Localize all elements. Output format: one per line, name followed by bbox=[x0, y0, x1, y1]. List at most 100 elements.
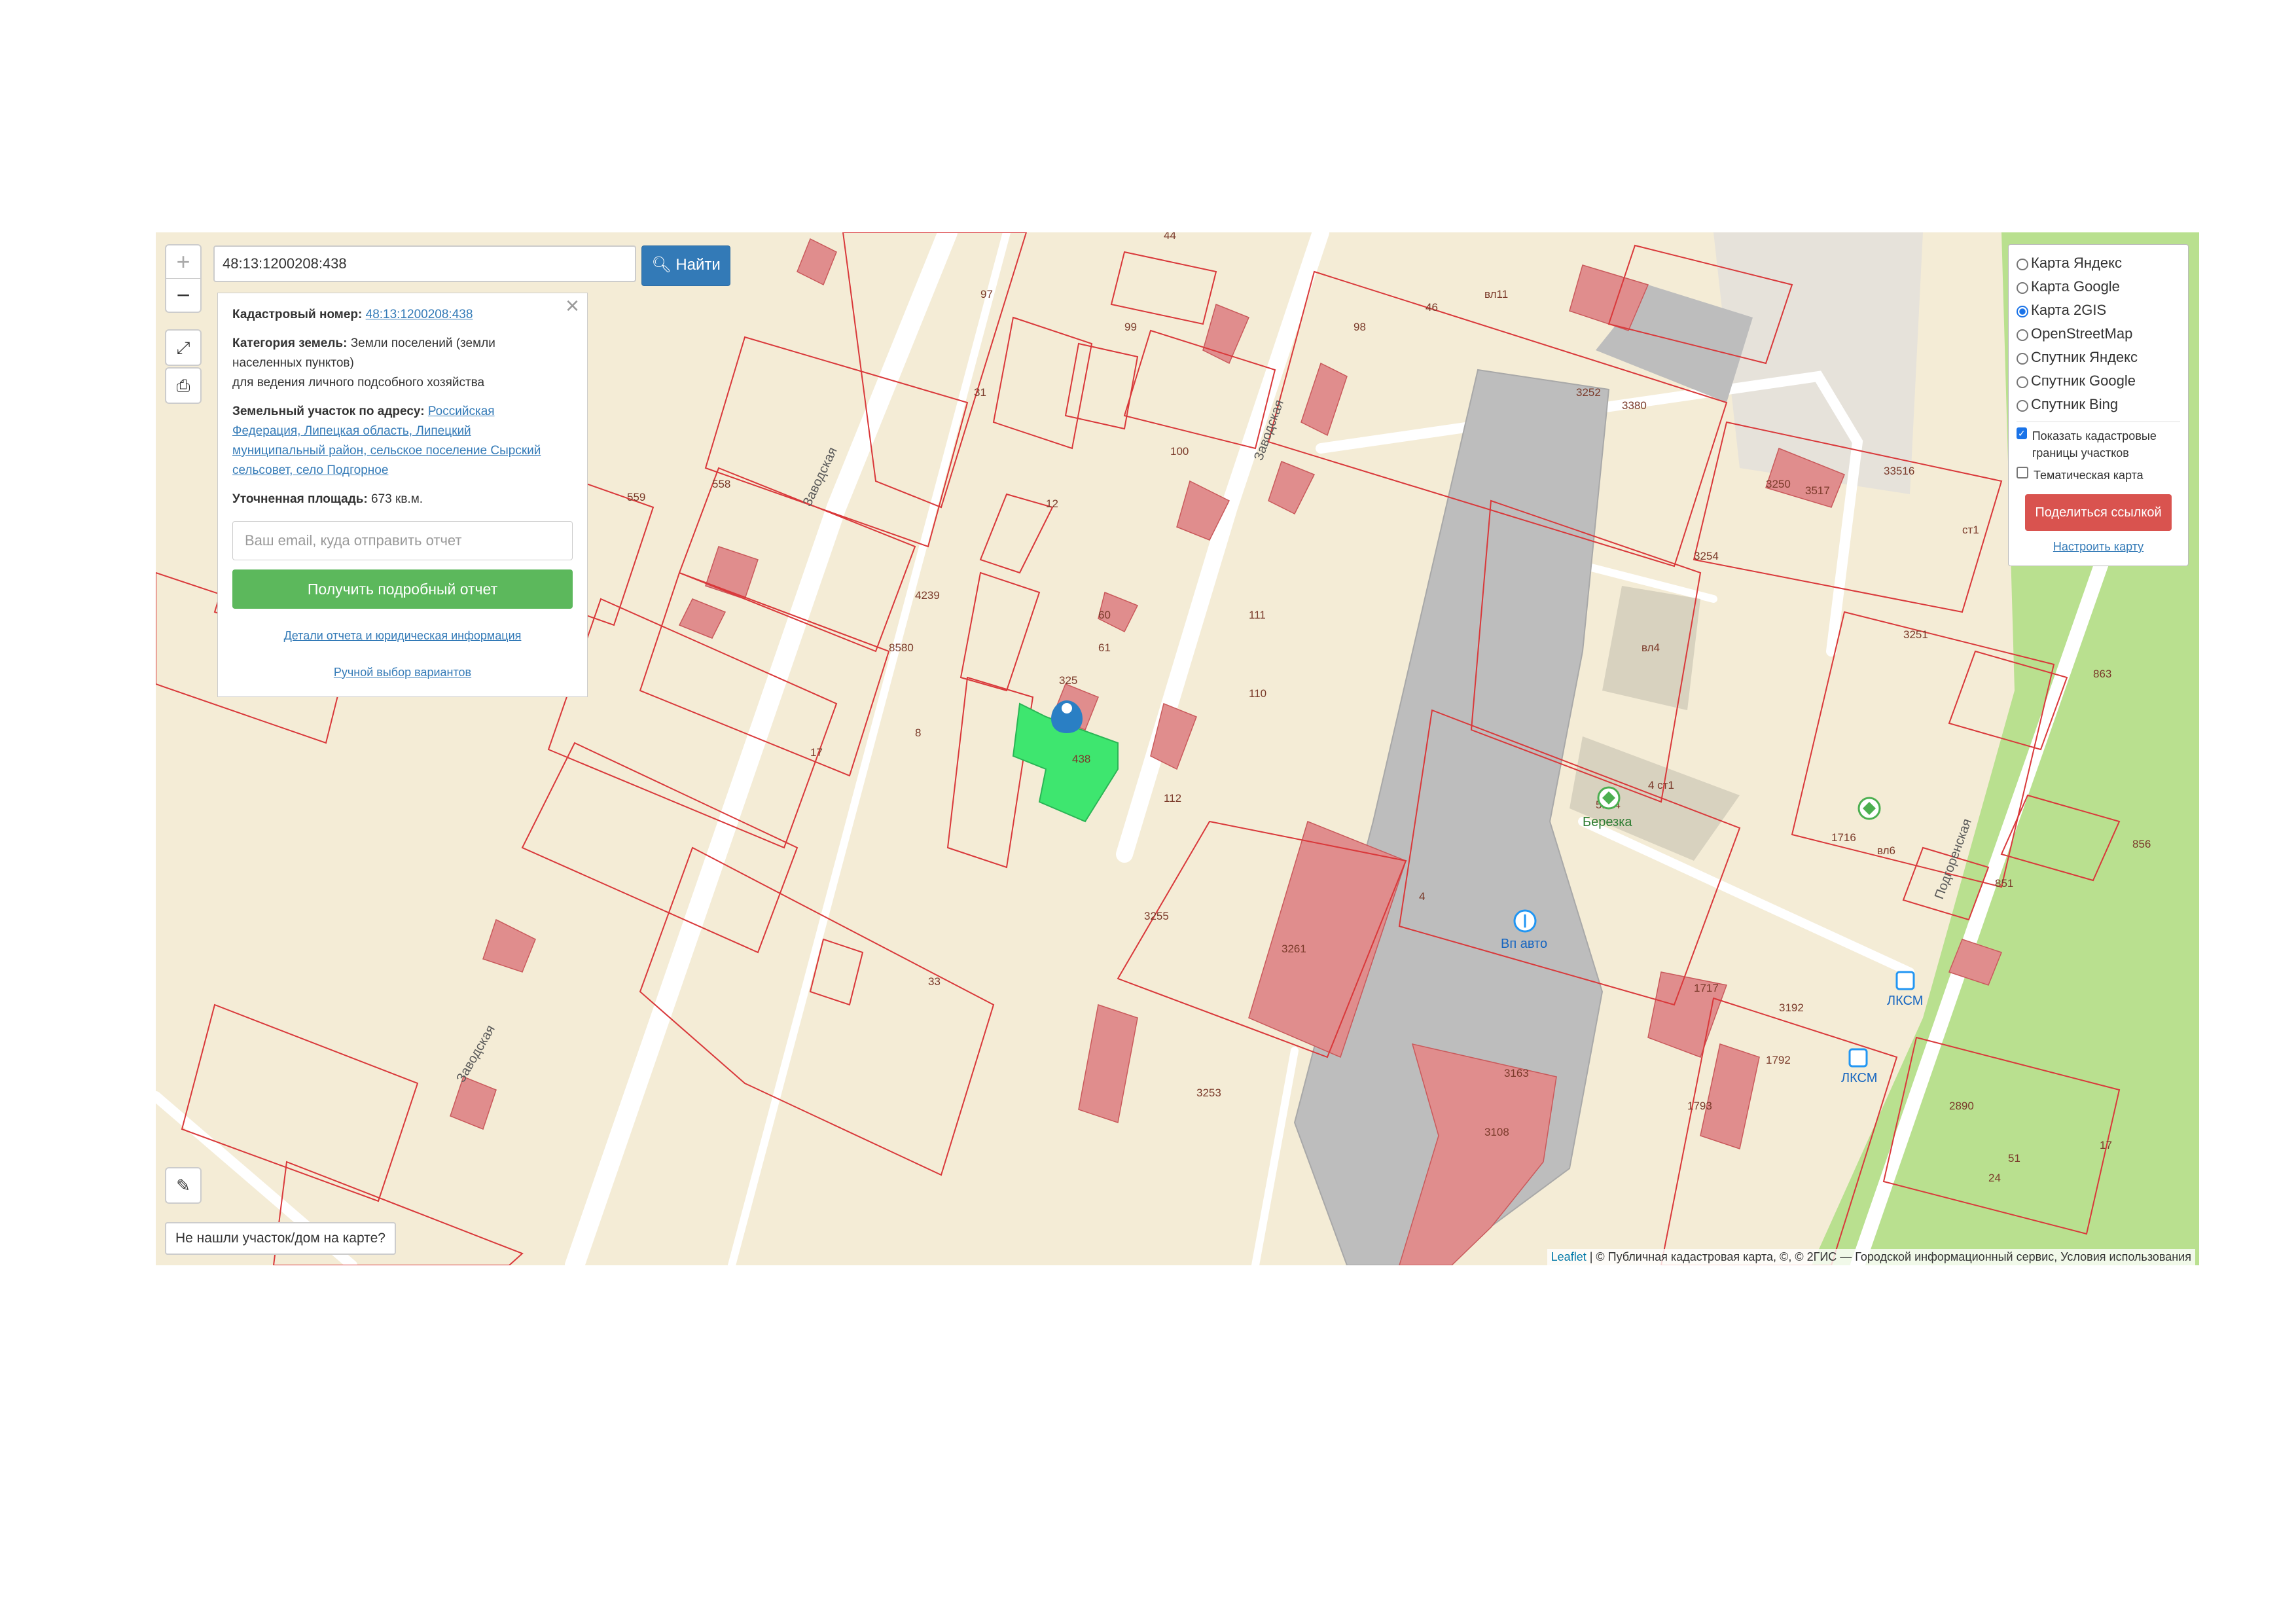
parcel-label: 33516 bbox=[1884, 465, 1914, 477]
parcel-label: 3192 bbox=[1779, 1001, 1804, 1014]
thematic-map-option[interactable]: Тематическая карта bbox=[2017, 467, 2180, 484]
layer-option[interactable]: Карта Google bbox=[2017, 275, 2180, 298]
layer-option-label: Спутник Google bbox=[2031, 372, 2136, 389]
parcel-label: 3251 bbox=[1903, 628, 1928, 641]
parcel-info-popup: × Кадастровый номер: 48:13:1200208:438 К… bbox=[217, 293, 588, 697]
parcel-label: 51 bbox=[2008, 1152, 2020, 1164]
parcel-label: вл6 bbox=[1877, 844, 1895, 857]
parcel-label: 111 bbox=[1249, 609, 1266, 621]
radio-icon[interactable] bbox=[2017, 353, 2028, 365]
parcel-label: 4239 bbox=[915, 589, 940, 602]
checkbox-checked-icon[interactable]: ✓ bbox=[2017, 427, 2027, 439]
cadastral-number-row: Кадастровый номер: 48:13:1200208:438 bbox=[232, 305, 573, 325]
search-input[interactable]: 48:13:1200208:438 bbox=[213, 245, 636, 282]
parcel-label: 863 bbox=[2093, 668, 2111, 680]
parcel-label: 24 bbox=[1988, 1172, 2001, 1184]
area-label: Уточненная площадь: bbox=[232, 492, 368, 506]
parcel-label: 3163 bbox=[1504, 1067, 1529, 1079]
leaflet-link[interactable]: Leaflet bbox=[1551, 1250, 1587, 1263]
parcel-label: 1793 bbox=[1687, 1100, 1712, 1112]
parcel-label: 8580 bbox=[889, 641, 914, 654]
layer-option[interactable]: Спутник Яндекс bbox=[2017, 346, 2180, 369]
bus-stop-label[interactable]: ЛКСМ bbox=[1841, 1071, 1877, 1085]
parcel-label: 31 bbox=[974, 386, 986, 399]
parcel-label: 110 bbox=[1249, 687, 1266, 700]
bus-stop-icon[interactable] bbox=[1848, 1048, 1868, 1068]
parcel-label: 46 bbox=[1426, 301, 1438, 314]
address-link[interactable]: муниципальный район, сельское поселение … bbox=[232, 444, 541, 458]
radio-icon[interactable] bbox=[2017, 400, 2028, 412]
map[interactable]: Заводская Заводская Заводская Подгоренск… bbox=[156, 232, 2199, 1265]
get-report-button[interactable]: Получить подробный отчет bbox=[232, 569, 573, 609]
parcel-label: 325 bbox=[1059, 674, 1077, 687]
radio-icon[interactable] bbox=[2017, 376, 2028, 388]
fullscreen-button[interactable]: ⤢ bbox=[165, 329, 202, 366]
parcel-label: 851 bbox=[1995, 877, 2013, 890]
parcel-label: 3253 bbox=[1196, 1087, 1221, 1099]
poi-marker-icon[interactable] bbox=[1597, 786, 1621, 810]
layer-option[interactable]: Карта Яндекс bbox=[2017, 251, 2180, 275]
map-attribution: Leaflet | © Публичная кадастровая карта,… bbox=[1547, 1249, 2195, 1265]
layer-option[interactable]: Спутник Google bbox=[2017, 369, 2180, 393]
poi-label-vpavto[interactable]: Вп авто bbox=[1501, 937, 1547, 951]
report-details-link[interactable]: Детали отчета и юридическая информация bbox=[232, 626, 573, 645]
poi-label-berezka[interactable]: Березка bbox=[1583, 815, 1632, 829]
parcel-label: 98 bbox=[1354, 321, 1366, 333]
parcel-label: вл4 bbox=[1641, 641, 1660, 654]
cadastral-number-link[interactable]: 48:13:1200208:438 bbox=[366, 308, 473, 321]
zoom-out-button[interactable]: − bbox=[166, 279, 200, 312]
radio-icon[interactable] bbox=[2017, 259, 2028, 270]
parcel-label: 97 bbox=[980, 288, 993, 300]
thematic-map-label: Тематическая карта bbox=[2034, 469, 2144, 482]
radio-icon[interactable] bbox=[2017, 329, 2028, 341]
parcel-label: 4 ст1 bbox=[1648, 779, 1674, 791]
parcel-label: 61 bbox=[1098, 641, 1111, 654]
manual-selection-link[interactable]: Ручной выбор вариантов bbox=[232, 662, 573, 682]
layer-option-selected[interactable]: Карта 2GIS bbox=[2017, 298, 2180, 322]
radio-checked-icon[interactable] bbox=[2017, 306, 2028, 317]
parcel-label: 3108 bbox=[1484, 1126, 1509, 1138]
layer-option-label: Карта Яндекс bbox=[2031, 255, 2122, 271]
parcel-label: 4 bbox=[1419, 890, 1425, 903]
category-row: Категория земель: Земли поселений (земли… bbox=[232, 334, 573, 393]
zoom-control: + − bbox=[165, 244, 202, 313]
parcel-label: ст1 bbox=[1962, 524, 1979, 536]
service-marker-icon[interactable] bbox=[1513, 909, 1537, 933]
parcel-label: 3261 bbox=[1282, 943, 1306, 955]
bus-stop-label[interactable]: ЛКСМ bbox=[1887, 994, 1923, 1008]
parcel-label: 856 bbox=[2132, 838, 2151, 850]
layers-panel: Карта Яндекс Карта Google Карта 2GIS Ope… bbox=[2008, 244, 2189, 566]
parcel-label: 3254 bbox=[1694, 550, 1719, 562]
parcel-label: 1717 bbox=[1694, 982, 1719, 994]
parcel-label: 438 bbox=[1072, 753, 1090, 765]
layer-option[interactable]: Спутник Bing bbox=[2017, 393, 2180, 416]
bus-stop-icon[interactable] bbox=[1895, 971, 1915, 990]
checkbox-icon[interactable] bbox=[2017, 467, 2028, 478]
find-button-label: Найти bbox=[675, 256, 721, 274]
area-row: Уточненная площадь: 673 кв.м. bbox=[232, 490, 573, 509]
parcel-label: 559 bbox=[627, 491, 645, 503]
email-field[interactable]: Ваш email, куда отправить отчет bbox=[232, 521, 573, 560]
share-link-button[interactable]: Поделиться ссылкой bbox=[2025, 494, 2172, 531]
radio-icon[interactable] bbox=[2017, 282, 2028, 294]
measure-button[interactable]: ✎ bbox=[165, 1167, 202, 1204]
attribution-text[interactable]: | © Публичная кадастровая карта, ©, © 2Г… bbox=[1587, 1250, 2191, 1263]
address-link[interactable]: Федерация, Липецкая область, Липецкий bbox=[232, 424, 471, 438]
show-borders-option[interactable]: ✓ Показать кадастровые границы участков bbox=[2017, 427, 2180, 461]
address-link[interactable]: сельсовет, село Подгорное bbox=[232, 463, 388, 477]
show-borders-label: Показать кадастровые границы участков bbox=[2032, 429, 2157, 460]
layer-option-label: Карта Google bbox=[2031, 278, 2120, 295]
close-icon[interactable]: × bbox=[565, 294, 579, 317]
poi-marker-icon[interactable] bbox=[1857, 797, 1881, 820]
map-settings-link[interactable]: Настроить карту bbox=[2017, 540, 2180, 554]
find-button[interactable]: 🔍︎ Найти bbox=[641, 245, 730, 286]
layer-option-label: Спутник Bing bbox=[2031, 396, 2119, 412]
print-button[interactable]: ⎙ bbox=[165, 367, 202, 404]
expand-icon: ⤢ bbox=[176, 338, 190, 357]
address-link[interactable]: Российская bbox=[428, 405, 495, 418]
not-found-button[interactable]: Не нашли участок/дом на карте? bbox=[165, 1222, 396, 1255]
parcel-label: 3380 bbox=[1622, 399, 1647, 412]
parcel-label: 1716 bbox=[1831, 831, 1856, 844]
zoom-in-button[interactable]: + bbox=[166, 245, 200, 279]
layer-option[interactable]: OpenStreetMap bbox=[2017, 322, 2180, 346]
